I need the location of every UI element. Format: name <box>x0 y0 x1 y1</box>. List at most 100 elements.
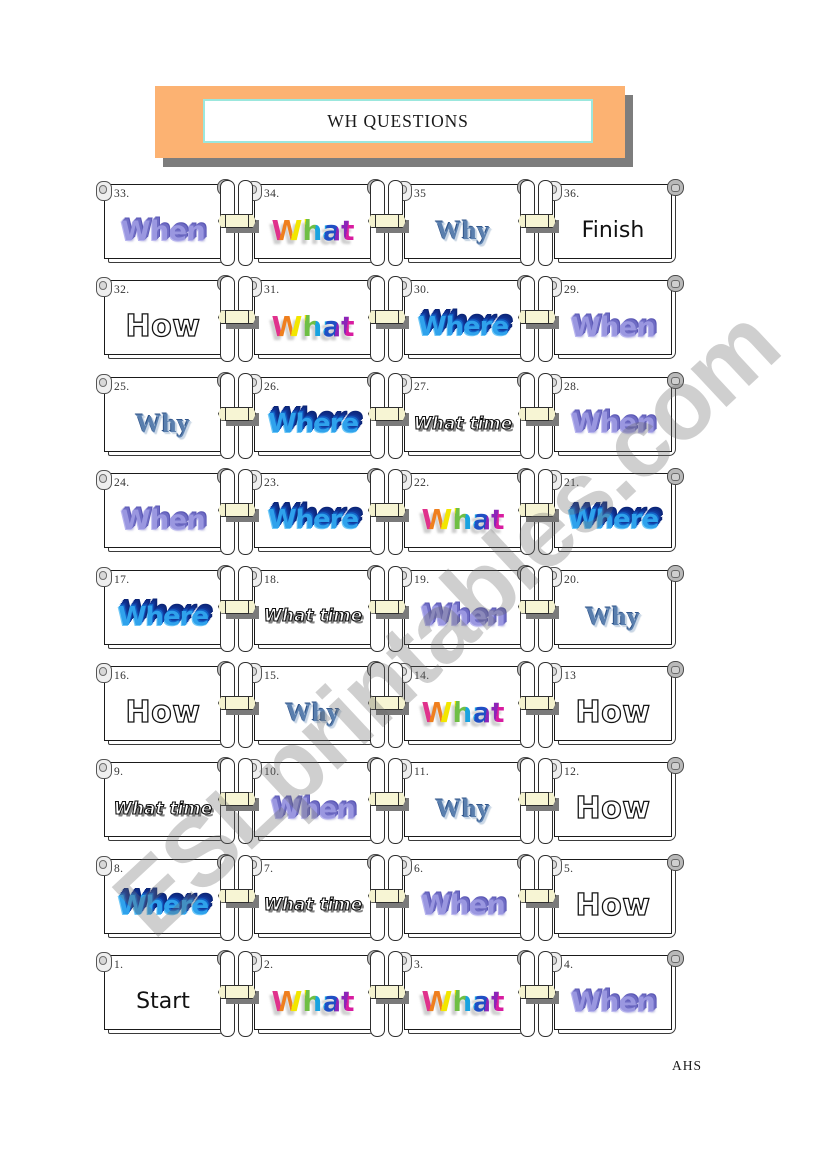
board-card[interactable]: 13 How <box>546 660 684 745</box>
board-card[interactable]: 32. How <box>96 275 234 360</box>
board-card[interactable]: 21. Where <box>546 468 684 553</box>
card-word-wrap: What time <box>255 595 371 639</box>
card-word-wrap: When <box>555 402 671 446</box>
board-card[interactable]: 14. What <box>396 660 534 745</box>
connector-clasp-core <box>525 406 549 421</box>
card-word-wrap: Why <box>105 402 221 446</box>
ring-clasp-icon <box>96 759 112 780</box>
card-number: 30. <box>414 284 430 297</box>
ring-clasp-icon <box>667 275 684 293</box>
card-connector <box>516 276 559 364</box>
card-word: What <box>421 985 505 1019</box>
card-word-wrap: How <box>105 691 221 735</box>
card-word: What <box>271 214 355 247</box>
card-face: 29. When <box>554 280 672 356</box>
card-word: Start <box>136 989 190 1015</box>
card-number: 24. <box>114 477 130 490</box>
ring-clasp-icon <box>667 468 684 486</box>
board-card[interactable]: 8. Where <box>96 853 234 938</box>
board-row: 9. What time 10. When 11. Why 12. How <box>96 756 704 852</box>
card-connector <box>216 276 259 364</box>
card-word-wrap: When <box>105 209 221 253</box>
card-word: When <box>570 408 656 440</box>
ring-clasp-icon <box>667 757 684 775</box>
board-card[interactable]: 9. What time <box>96 757 234 842</box>
card-connector <box>366 565 409 654</box>
card-number: 19. <box>414 573 430 586</box>
connector-clasp-core <box>225 888 249 903</box>
card-word-wrap: When <box>405 595 521 639</box>
board-card[interactable]: 4. When <box>546 950 684 1035</box>
board-card[interactable]: 7. What time <box>246 853 384 938</box>
board-card[interactable]: 3. What <box>396 950 534 1035</box>
card-number: 33. <box>114 188 130 200</box>
card-word-wrap: How <box>555 787 671 831</box>
board-card[interactable]: 25. Why <box>96 371 234 456</box>
ring-clasp-icon <box>667 660 684 678</box>
board-card[interactable]: 5. How <box>546 853 684 938</box>
card-word: What <box>421 503 505 537</box>
board-card[interactable]: 23. Where <box>246 468 384 553</box>
card-face: 12. How <box>554 762 672 838</box>
card-number: 14. <box>414 669 430 682</box>
card-face: 16. How <box>104 665 222 741</box>
board-card[interactable]: 1. Start <box>96 950 234 1035</box>
board-card[interactable]: 30. Where <box>396 275 534 360</box>
card-face: 8. Where <box>104 858 222 934</box>
card-word-wrap: How <box>555 691 671 735</box>
board-card[interactable]: 28. When <box>546 371 684 456</box>
card-word-wrap: When <box>555 980 671 1024</box>
card-word-wrap: What <box>255 305 371 349</box>
board-card[interactable]: 33. When <box>96 179 234 263</box>
card-face: 30. Where <box>404 280 522 356</box>
card-connector <box>366 661 409 750</box>
card-face: 6. When <box>404 858 522 934</box>
board-card[interactable]: 27. What time <box>396 371 534 456</box>
card-word: Where <box>267 408 359 439</box>
card-connector <box>366 372 409 461</box>
card-word-wrap: Where <box>255 498 371 542</box>
card-connector <box>516 469 559 557</box>
connector-clasp-core <box>225 503 249 518</box>
game-board: 33. When 34. What 35 Why 36. Finish 32. How 31. Wha… <box>96 178 704 1046</box>
card-connector <box>516 372 559 461</box>
board-card[interactable]: 15. Why <box>246 660 384 745</box>
board-card[interactable]: 22. What <box>396 468 534 553</box>
card-face: 28. When <box>554 376 672 452</box>
board-card[interactable]: 16. How <box>96 660 234 745</box>
board-card[interactable]: 6. When <box>396 853 534 938</box>
card-word-wrap: Finish <box>555 209 671 253</box>
connector-clasp-core <box>225 214 249 228</box>
connector-clasp-core <box>375 214 399 228</box>
board-card[interactable]: 31. What <box>246 275 384 360</box>
board-card[interactable]: 29. When <box>546 275 684 360</box>
card-word: What <box>421 695 505 729</box>
board-card[interactable]: 26. Where <box>246 371 384 456</box>
card-face: 13 How <box>554 665 672 741</box>
card-word: What time <box>113 799 213 819</box>
card-connector <box>366 854 409 943</box>
card-word-wrap: Where <box>555 498 671 542</box>
card-number: 8. <box>114 862 124 875</box>
board-card[interactable]: 24. When <box>96 468 234 553</box>
card-number: 29. <box>564 284 580 297</box>
card-word: When <box>120 215 206 247</box>
card-number: 7. <box>264 862 274 875</box>
board-card[interactable]: 11. Why <box>396 757 534 842</box>
card-word-wrap: What time <box>255 884 371 928</box>
connector-clasp-core <box>375 695 399 710</box>
board-card[interactable]: 18. What time <box>246 564 384 649</box>
board-card[interactable]: 34. What <box>246 179 384 263</box>
board-card[interactable]: 12. How <box>546 757 684 842</box>
board-card[interactable]: 17. Where <box>96 564 234 649</box>
connector-clasp-core <box>525 214 549 228</box>
board-card[interactable]: 2. What <box>246 950 384 1035</box>
card-connector <box>366 951 409 1039</box>
board-card[interactable]: 19. When <box>396 564 534 649</box>
board-card[interactable]: 35 Why <box>396 179 534 263</box>
board-card[interactable]: 10. When <box>246 757 384 842</box>
card-word: Why <box>435 216 491 245</box>
board-card[interactable]: 20. Why <box>546 564 684 649</box>
board-card[interactable]: 36. Finish <box>546 179 684 263</box>
card-number: 26. <box>264 380 280 393</box>
